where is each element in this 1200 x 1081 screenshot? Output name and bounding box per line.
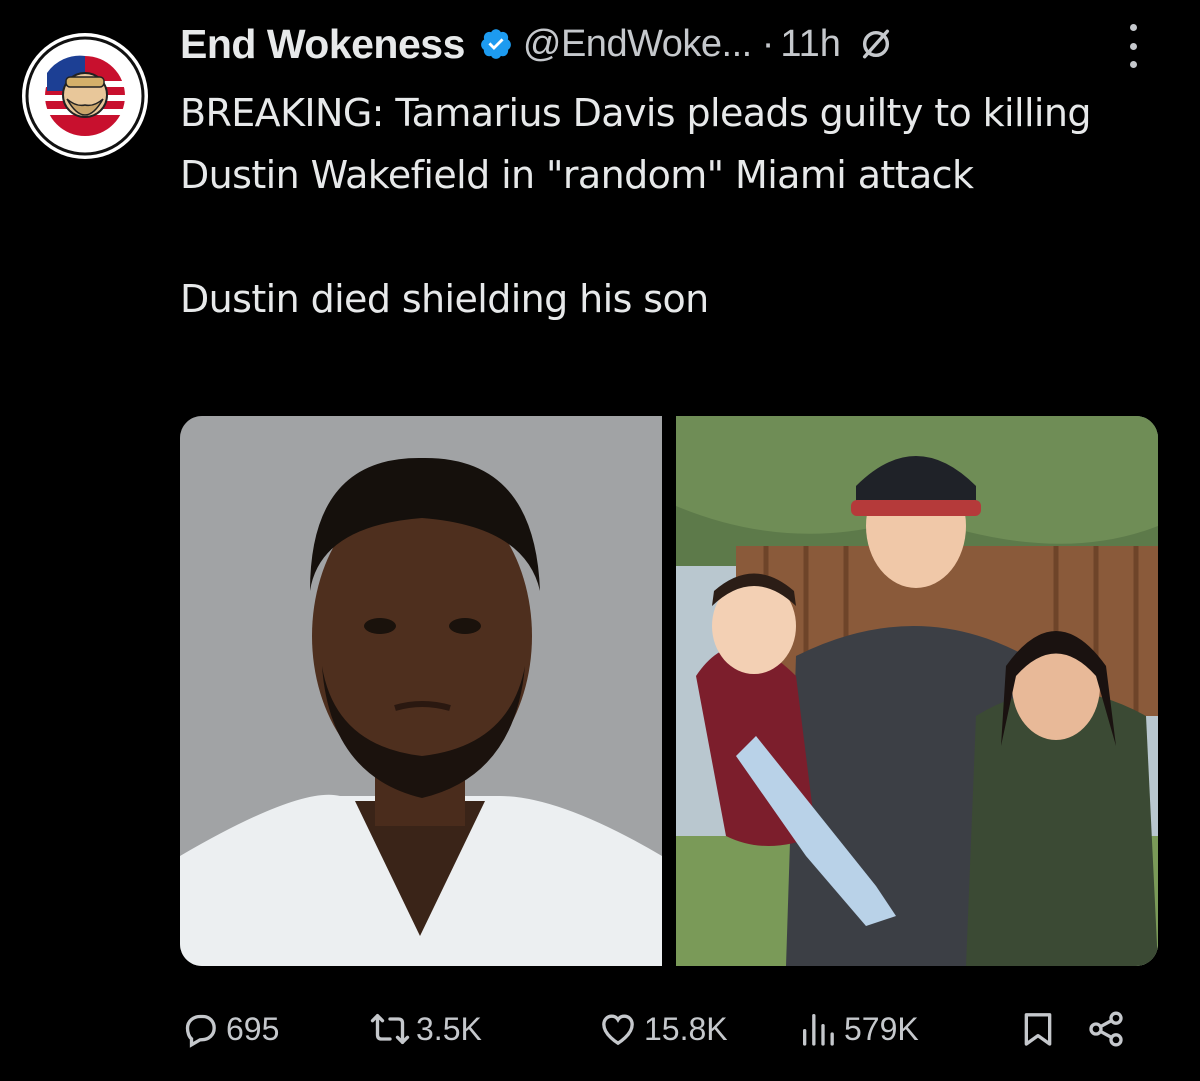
- reply-count: 695: [226, 1010, 280, 1047]
- bookmark-icon: [1018, 1009, 1064, 1049]
- views-count: 579K: [844, 1010, 919, 1047]
- post-actions: 695 3.5K 15.8K 579K: [180, 1003, 1140, 1053]
- avatar-logo-icon: [23, 34, 147, 158]
- post-text: BREAKING: Tamarius Davis pleads guilty t…: [180, 82, 1140, 330]
- author-avatar[interactable]: [22, 33, 148, 159]
- media-photo-mugshot[interactable]: [180, 416, 662, 966]
- like-count: 15.8K: [644, 1010, 728, 1047]
- grok-icon[interactable]: [859, 27, 893, 61]
- author-handle[interactable]: @EndWoke...: [523, 23, 752, 66]
- repost-count: 3.5K: [416, 1010, 482, 1047]
- share-button[interactable]: [1086, 1009, 1132, 1049]
- views-icon: [798, 1009, 844, 1049]
- media-photo-family[interactable]: [676, 416, 1158, 966]
- post-text-main: BREAKING: Tamarius Davis pleads guilty t…: [180, 91, 1091, 197]
- verified-badge-icon[interactable]: [479, 27, 513, 61]
- post-media[interactable]: [180, 416, 1158, 966]
- separator-dot: ·: [761, 22, 775, 65]
- share-icon: [1086, 1009, 1132, 1049]
- bookmark-button[interactable]: [1018, 1009, 1064, 1049]
- more-icon[interactable]: [1118, 24, 1148, 68]
- reply-icon: [180, 1009, 226, 1049]
- like-icon: [598, 1009, 644, 1049]
- reply-button[interactable]: 695: [180, 1009, 279, 1049]
- post-header: End Wokeness @EndWoke... · 11h: [180, 18, 893, 70]
- views-button[interactable]: 579K: [798, 1009, 919, 1049]
- repost-button[interactable]: 3.5K: [370, 1009, 482, 1049]
- like-button[interactable]: 15.8K: [598, 1009, 728, 1049]
- post-timestamp[interactable]: 11h: [780, 23, 841, 66]
- post-text-sub: Dustin died shielding his son: [180, 277, 709, 321]
- author-name[interactable]: End Wokeness: [180, 21, 465, 68]
- repost-icon: [370, 1009, 416, 1049]
